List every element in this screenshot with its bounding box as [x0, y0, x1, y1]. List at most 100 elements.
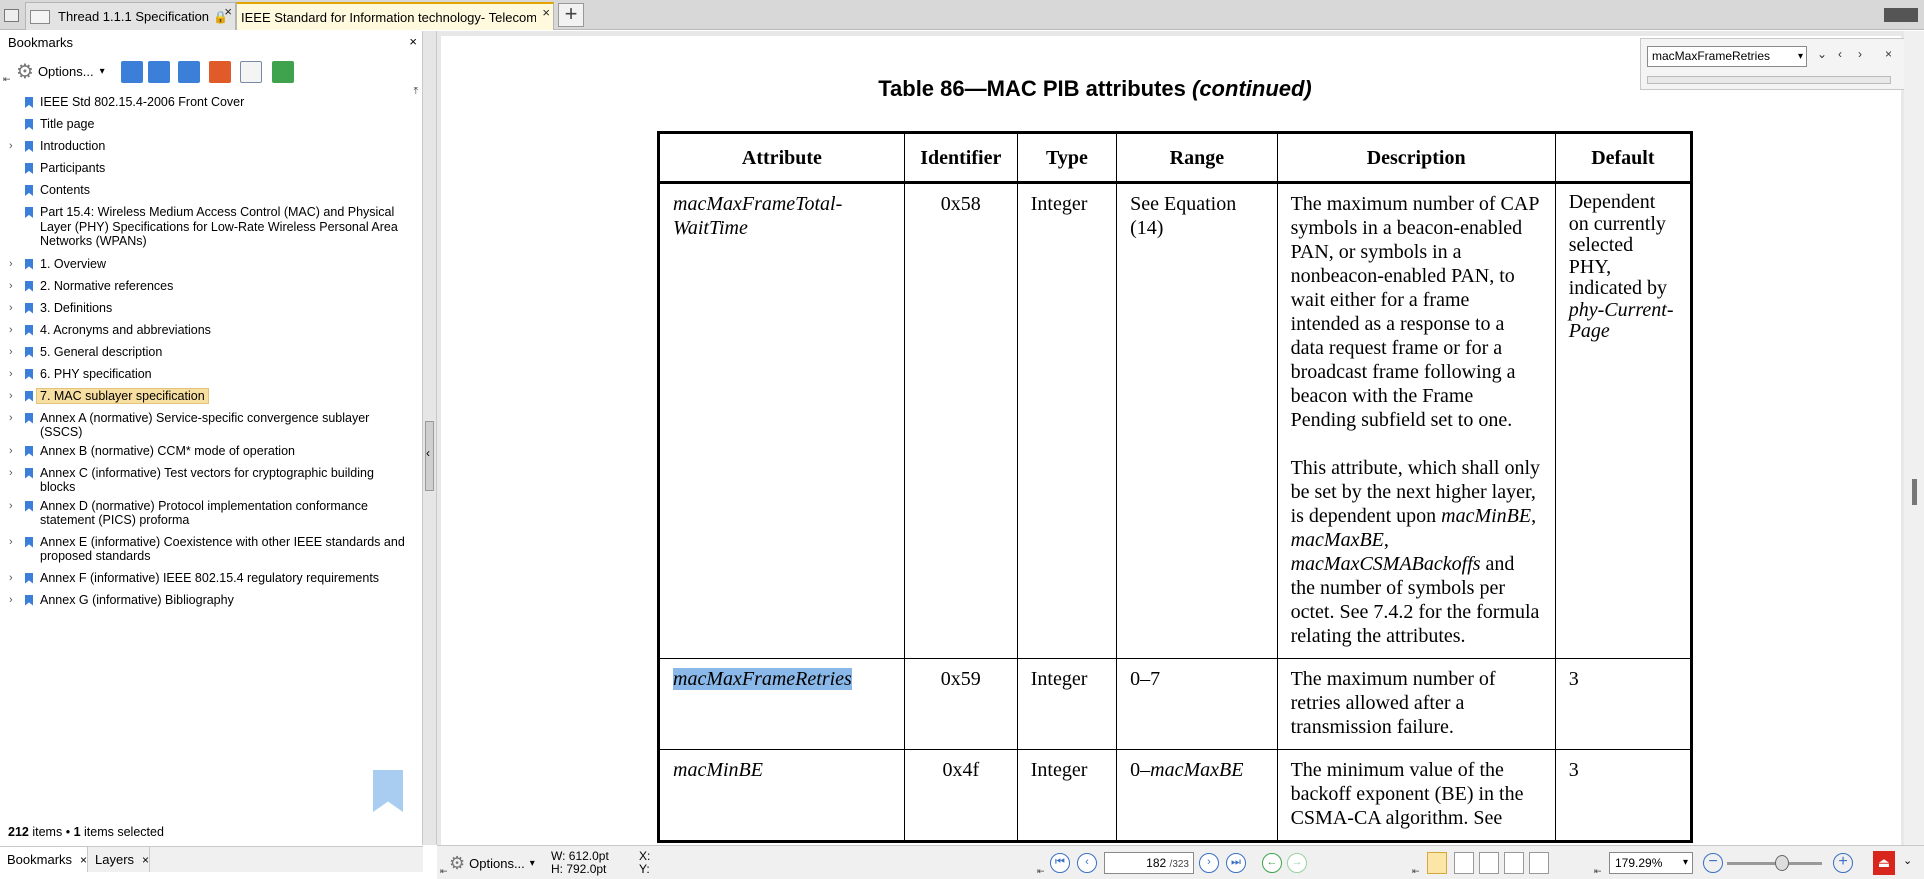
bookmark-item[interactable]: › 2. Normative references — [0, 275, 423, 297]
bookmark-check-icon[interactable] — [272, 61, 294, 83]
find-input[interactable]: macMaxFrameRetries ▾ — [1647, 46, 1807, 67]
zoom-in-button[interactable]: + — [1833, 853, 1853, 873]
find-toolbar: macMaxFrameRetries ▾ ⌄ ‹ › × — [1640, 38, 1910, 90]
expand-icon[interactable]: › — [9, 367, 13, 382]
tab-label: Thread 1.1.1 Specification — [58, 9, 210, 24]
tab-layers[interactable]: Layers × — [88, 847, 150, 872]
next-page-button[interactable]: › — [1199, 853, 1219, 873]
continuous-view-icon[interactable] — [1504, 852, 1524, 874]
bookmark-item[interactable]: Title page — [0, 113, 423, 135]
collapse-handle-icon[interactable] — [425, 421, 434, 491]
facing-pages-view-icon[interactable] — [1479, 852, 1499, 874]
bookmark-item[interactable]: Contents — [0, 179, 423, 201]
collapse-arrow-icon[interactable]: ⇤ — [1037, 866, 1045, 877]
expand-icon[interactable]: › — [9, 301, 13, 316]
page-number-input[interactable]: 182 /323 — [1104, 852, 1194, 874]
expand-icon[interactable]: › — [9, 535, 13, 550]
bookmark-item[interactable]: › 6. PHY specification — [0, 363, 423, 385]
forward-view-button[interactable]: → — [1287, 853, 1307, 873]
new-bookmark-icon[interactable] — [178, 61, 200, 83]
expand-icon[interactable]: › — [9, 466, 13, 481]
find-previous-icon[interactable]: ‹ — [1838, 47, 1842, 61]
vertical-scrollbar[interactable] — [1904, 31, 1924, 845]
add-child-bookmark-icon[interactable] — [148, 61, 170, 83]
collapse-arrow-icon[interactable]: ⇤ — [1412, 866, 1420, 877]
bookmark-item-selected[interactable]: › 7. MAC sublayer specification — [0, 385, 423, 407]
grid-view-icon[interactable] — [1529, 852, 1549, 874]
bookmark-item[interactable]: › 1. Overview — [0, 253, 423, 275]
expand-icon[interactable]: › — [9, 139, 13, 154]
close-icon[interactable]: × — [1885, 47, 1892, 61]
panel-splitter[interactable] — [423, 31, 437, 845]
tab-bookmarks[interactable]: Bookmarks × — [0, 847, 88, 872]
bookmark-item[interactable]: › Annex D (normative) Protocol implementa… — [0, 495, 423, 531]
status-bar: ⇤ ⚙ Options... ▾ W: 612.0pt H: 792.0pt X… — [437, 845, 1924, 879]
zoom-out-button[interactable]: − — [1703, 853, 1723, 873]
bookmark-item[interactable]: › Annex C (informative) Test vectors for … — [0, 462, 423, 495]
cell-type: Integer — [1016, 749, 1118, 842]
zoom-select[interactable]: 179.29% ▾ — [1609, 852, 1693, 874]
tab-label: IEEE Standard for Information technology… — [241, 9, 536, 25]
previous-page-button[interactable]: ‹ — [1077, 853, 1097, 873]
expand-icon[interactable]: › — [9, 389, 13, 404]
last-page-button[interactable]: ⏭ — [1226, 853, 1246, 873]
tab-thread-spec[interactable]: Thread 1.1.1 Specification 🔒 × — [25, 2, 236, 30]
bookmark-item[interactable]: › 5. General description — [0, 341, 423, 363]
pdf-icon[interactable]: ⏏ — [1873, 851, 1895, 875]
close-icon[interactable]: × — [409, 34, 417, 49]
expand-icon[interactable]: › — [9, 257, 13, 272]
fit-width-view-icon[interactable] — [1454, 852, 1474, 874]
collapse-arrow-icon[interactable]: ⇤ — [3, 74, 11, 85]
chevron-down-icon[interactable]: ▾ — [1798, 47, 1803, 66]
chevron-down-icon[interactable]: ⌄ — [1903, 854, 1912, 867]
options-button[interactable]: ⚙ Options... ▾ — [16, 58, 105, 84]
header-range: Range — [1116, 132, 1278, 184]
bookmark-item[interactable]: › 3. Definitions — [0, 297, 423, 319]
find-next-icon[interactable]: › — [1858, 47, 1862, 61]
bookmark-item[interactable]: › 4. Acronyms and abbreviations — [0, 319, 423, 341]
bookmark-item[interactable]: › Annex G (informative) Bibliography — [0, 589, 423, 611]
bookmark-item[interactable]: Part 15.4: Wireless Medium Access Contro… — [0, 201, 423, 253]
delete-icon[interactable] — [209, 61, 231, 83]
close-icon[interactable]: × — [542, 5, 550, 20]
bookmark-item[interactable]: Participants — [0, 157, 423, 179]
bookmark-item[interactable]: IEEE Std 802.15.4-2006 Front Cover — [0, 91, 423, 113]
expand-icon[interactable]: › — [9, 279, 13, 294]
back-view-button[interactable]: ← — [1262, 853, 1282, 873]
first-page-button[interactable]: ⏮ — [1050, 853, 1070, 873]
expand-icon[interactable]: › — [9, 593, 13, 608]
bookmark-icon — [25, 390, 33, 402]
collapse-arrow-icon[interactable]: ⇤ — [440, 866, 448, 877]
bookmark-item[interactable]: › Annex F (informative) IEEE 802.15.4 reg… — [0, 567, 423, 589]
bookmark-icon — [25, 207, 33, 218]
single-page-view-icon[interactable] — [1427, 852, 1447, 874]
zoom-slider-handle[interactable] — [1775, 855, 1789, 871]
bookmark-item[interactable]: › Introduction — [0, 135, 423, 157]
scrollbar-thumb[interactable] — [1912, 479, 1917, 505]
tab-overflow-icon[interactable] — [1884, 8, 1918, 22]
expand-icon[interactable]: › — [9, 411, 13, 426]
expand-icon[interactable]: › — [9, 345, 13, 360]
close-icon[interactable]: × — [142, 853, 149, 867]
expand-icon[interactable]: › — [9, 499, 13, 514]
table-row: macMaxFrameRetries 0x59 Integer 0–7 The … — [658, 658, 1693, 750]
add-bookmark-icon[interactable] — [121, 61, 143, 83]
bookmark-item[interactable]: › Annex A (normative) Service-specific co… — [0, 407, 423, 440]
expand-icon[interactable]: › — [9, 444, 13, 459]
bookmark-properties-icon[interactable] — [240, 61, 262, 83]
bookmark-item[interactable]: › Annex E (informative) Coexistence with … — [0, 531, 423, 567]
new-tab-button[interactable]: + — [558, 3, 584, 27]
close-icon[interactable]: × — [224, 4, 232, 19]
bookmark-icon — [25, 163, 33, 174]
status-options-button[interactable]: ⚙ Options... ▾ — [449, 851, 535, 875]
document-view[interactable]: Table 86—MAC PIB attributes (continued) … — [437, 31, 1904, 845]
close-icon[interactable]: × — [80, 853, 87, 867]
tab-bar: Thread 1.1.1 Specification 🔒 × IEEE Stan… — [0, 0, 1924, 30]
expand-icon[interactable]: › — [9, 323, 13, 338]
tab-ieee-standard[interactable]: IEEE Standard for Information technology… — [236, 2, 554, 30]
expand-icon[interactable]: › — [9, 571, 13, 586]
bookmark-item[interactable]: › Annex B (normative) CCM* mode of operat… — [0, 440, 423, 462]
collapse-arrow-icon[interactable]: ⇤ — [1594, 866, 1602, 877]
tab-list-button[interactable] — [0, 0, 22, 30]
find-options-icon[interactable]: ⌄ — [1817, 47, 1827, 61]
